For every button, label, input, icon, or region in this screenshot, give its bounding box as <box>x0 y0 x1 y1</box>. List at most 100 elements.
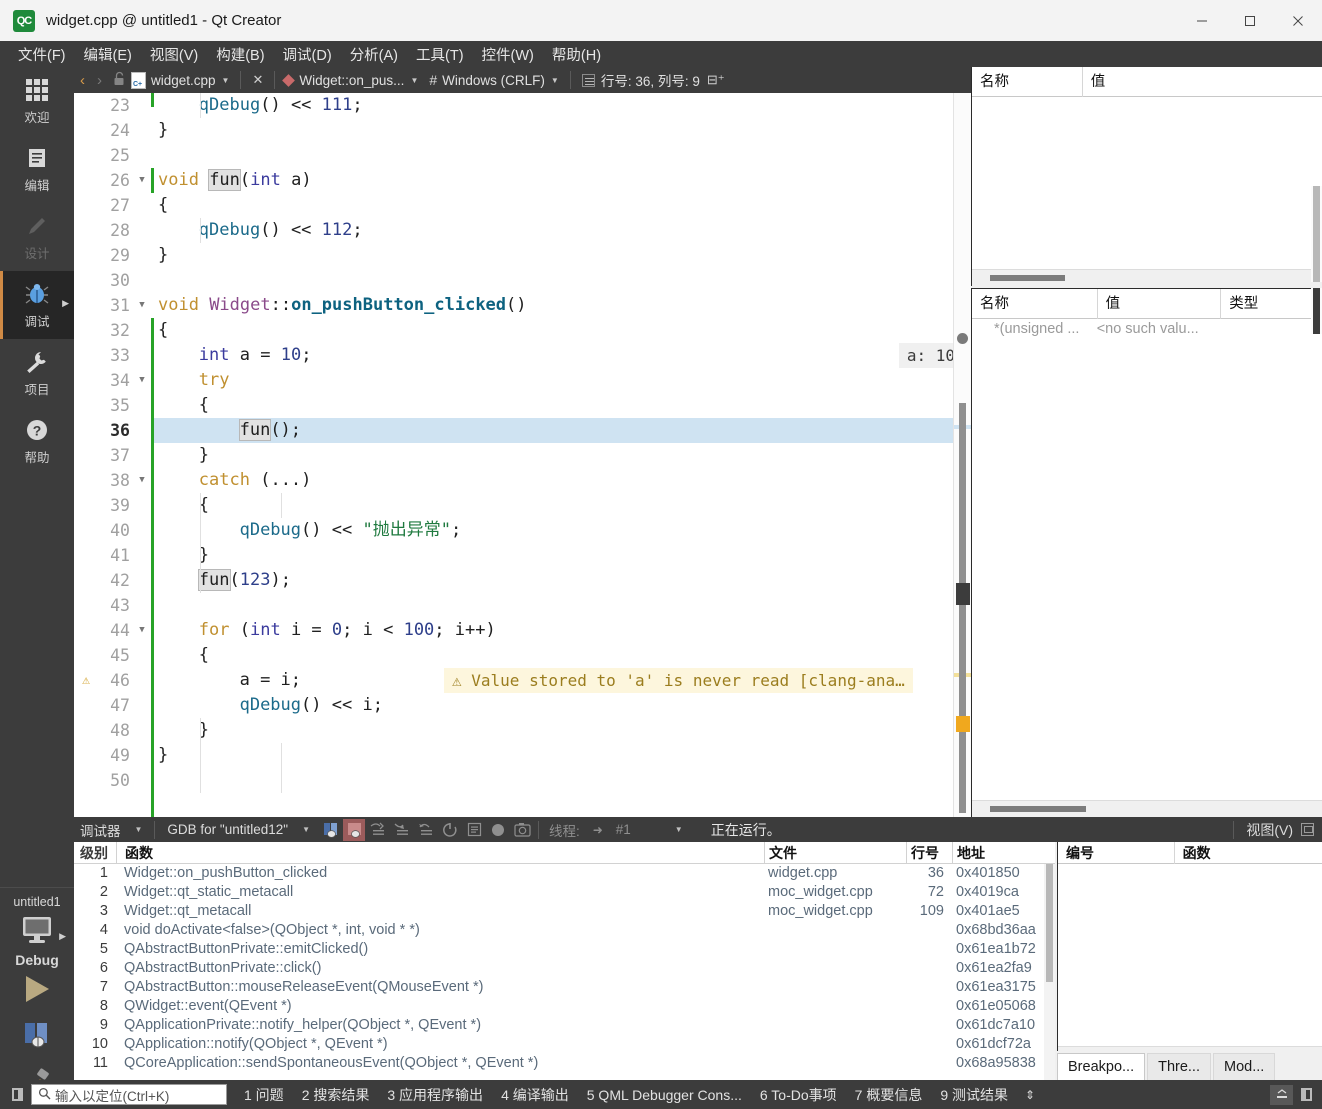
file-dropdown-caret-icon[interactable]: ▼ <box>216 76 236 85</box>
thread-dropdown-caret-icon[interactable]: ▼ <box>637 825 691 834</box>
menu-analyze[interactable]: 分析(A) <box>341 42 407 67</box>
record-icon[interactable] <box>487 819 509 841</box>
text-encoding-icon[interactable] <box>581 73 595 87</box>
mode-help[interactable]: ? 帮助 <box>0 407 74 475</box>
line-number[interactable]: 25 <box>74 143 130 168</box>
menu-edit[interactable]: 编辑(E) <box>75 42 141 67</box>
output-pane-tests[interactable]: 9 测试结果 <box>931 1085 1017 1105</box>
line-number[interactable]: 45 <box>74 643 130 668</box>
code-line-45[interactable]: 45 { <box>74 643 971 668</box>
fold-toggle-icon[interactable]: ▼ <box>134 468 150 493</box>
stack-panel[interactable]: 级别 函数 文件 行号 地址 1 Widget::on_pushButton_cl… <box>74 842 1055 1080</box>
line-number[interactable]: 36 <box>74 418 130 443</box>
expressions-hscroll-thumb[interactable] <box>990 806 1086 812</box>
inline-warning-message[interactable]: ⚠ Value stored to 'a' is never read [cla… <box>444 668 913 693</box>
expr-col-name[interactable]: 名称 <box>972 289 1097 319</box>
step-over-icon[interactable] <box>367 819 389 841</box>
run-button[interactable] <box>0 968 74 1014</box>
code-line-46[interactable]: ⚠ 46 a = i; ⚠ Value stored to 'a' is never … <box>74 668 971 693</box>
code-line-35[interactable]: 35 { <box>74 393 971 418</box>
code-line-28[interactable]: 28 qDebug() << 112; <box>74 218 971 243</box>
line-number[interactable]: 46 <box>74 668 130 693</box>
code-line-33[interactable]: 33 int a = 10; a: 10 <box>74 343 971 368</box>
line-number[interactable]: 44 <box>74 618 130 643</box>
expressions-vscroll-thumb[interactable] <box>1313 288 1320 334</box>
expressions-vscrollbar[interactable] <box>1311 288 1322 334</box>
line-number[interactable]: 42 <box>74 568 130 593</box>
snapshot-icon[interactable] <box>511 819 533 841</box>
output-pane-issues[interactable]: 1 问题 <box>235 1085 293 1105</box>
code-line-43[interactable]: 43 <box>74 593 971 618</box>
breakpoints-panel[interactable]: 编号 函数 <box>1057 841 1322 1080</box>
line-number[interactable]: 35 <box>74 393 130 418</box>
code-line-30[interactable]: 30 <box>74 268 971 293</box>
step-out-icon[interactable] <box>415 819 437 841</box>
code-line-44[interactable]: 44 ▼ for (int i = 0; i < 100; i++) <box>74 618 971 643</box>
table-row[interactable]: 10 QApplication::notify(QObject *, QEvent… <box>74 1035 1055 1054</box>
line-number[interactable]: 31 <box>74 293 130 318</box>
line-number[interactable]: 24 <box>74 118 130 143</box>
locals-hscroll-thumb[interactable] <box>990 275 1065 281</box>
kit-selector[interactable]: Debug ▶ <box>0 915 74 968</box>
line-number[interactable]: 23 <box>74 93 130 118</box>
code-line-39[interactable]: 39{ <box>74 493 971 518</box>
table-row[interactable]: *(unsigned ... <no such valu... <box>972 319 1322 340</box>
code-line-24[interactable]: 24} <box>74 118 971 143</box>
menu-help[interactable]: 帮助(H) <box>543 42 610 67</box>
code-line-31[interactable]: 31 ▼ void Widget::on_pushButton_clicked() <box>74 293 971 318</box>
line-number[interactable]: 43 <box>74 593 130 618</box>
popout-panel-icon[interactable] <box>1301 823 1314 836</box>
table-row[interactable]: 4 void doActivate<false>(QObject *, int, … <box>74 921 1055 940</box>
code-line-48[interactable]: 48} <box>74 718 971 743</box>
menu-widgets[interactable]: 控件(W) <box>473 42 543 67</box>
line-number[interactable]: 30 <box>74 268 130 293</box>
right-sidebar-icon[interactable] <box>1301 1088 1312 1101</box>
menu-tools[interactable]: 工具(T) <box>407 42 473 67</box>
code-line-29[interactable]: 29} <box>74 243 971 268</box>
table-row[interactable]: 11 QCoreApplication::sendSpontaneousEvent… <box>74 1054 1055 1073</box>
code-line-23[interactable]: 23 qDebug() << 111; <box>74 93 971 118</box>
menu-build[interactable]: 构建(B) <box>207 42 273 67</box>
output-pane-compile[interactable]: 4 编译输出 <box>492 1085 578 1105</box>
code-line-32[interactable]: 32 { <box>74 318 971 343</box>
search-input[interactable]: 输入以定位(Ctrl+K) <box>31 1084 227 1105</box>
line-number[interactable]: 34 <box>74 368 130 393</box>
code-line-25[interactable]: 25 <box>74 143 971 168</box>
engine-dropdown-caret-icon[interactable]: ▼ <box>294 825 318 834</box>
table-row[interactable]: 9 QApplicationPrivate::notify_helper(QObj… <box>74 1016 1055 1035</box>
line-number[interactable]: 27 <box>74 193 130 218</box>
line-number[interactable]: 37 <box>74 443 130 468</box>
table-row[interactable]: 7 QAbstractButton::mouseReleaseEvent(QMou… <box>74 978 1055 997</box>
close-document-button[interactable]: ✕ <box>246 72 269 88</box>
tab-modules[interactable]: Mod... <box>1213 1053 1276 1080</box>
code-line-27[interactable]: 27 { <box>74 193 971 218</box>
tab-threads[interactable]: Thre... <box>1147 1053 1211 1080</box>
fold-toggle-icon[interactable]: ▼ <box>134 618 150 643</box>
table-row[interactable]: 3 Widget::qt_metacall moc_widget.cpp 109 0x4… <box>74 902 1055 921</box>
line-number[interactable]: 40 <box>74 518 130 543</box>
output-pane-overview[interactable]: 7 概要信息 <box>846 1085 932 1105</box>
symbol-dropdown-caret-icon[interactable]: ▼ <box>404 76 424 85</box>
output-pane-todo[interactable]: 6 To-Do事项 <box>751 1085 846 1105</box>
line-number[interactable]: 29 <box>74 243 130 268</box>
editor-scrollbar[interactable] <box>953 93 971 817</box>
navigate-back-button[interactable]: ‹ <box>74 72 91 89</box>
table-row[interactable]: 5 QAbstractButtonPrivate::emitClicked() 0x… <box>74 940 1055 959</box>
menu-file[interactable]: 文件(F) <box>9 42 75 67</box>
maximize-button[interactable] <box>1226 0 1274 41</box>
code-line-36[interactable]: 36 fun(); <box>74 418 971 443</box>
navigate-forward-button[interactable]: › <box>91 72 108 89</box>
code-line-49[interactable]: 49} <box>74 743 971 768</box>
start-debugging-button[interactable] <box>0 1014 74 1060</box>
locals-vscrollbar[interactable] <box>1311 186 1322 282</box>
table-row[interactable]: 2 Widget::qt_static_metacall moc_widget.cp… <box>74 883 1055 902</box>
menu-view[interactable]: 视图(V) <box>141 42 207 67</box>
sidebar-toggle-icon[interactable] <box>12 1088 23 1101</box>
line-number[interactable]: 41 <box>74 543 130 568</box>
line-number[interactable]: 33 <box>74 343 130 368</box>
mode-edit[interactable]: 编辑 <box>0 135 74 203</box>
line-number[interactable]: 26 <box>74 168 130 193</box>
fold-toggle-icon[interactable]: ▼ <box>134 168 150 193</box>
expr-col-type[interactable]: 类型 <box>1220 288 1322 319</box>
locals-col-value[interactable]: 值 <box>1081 66 1322 97</box>
